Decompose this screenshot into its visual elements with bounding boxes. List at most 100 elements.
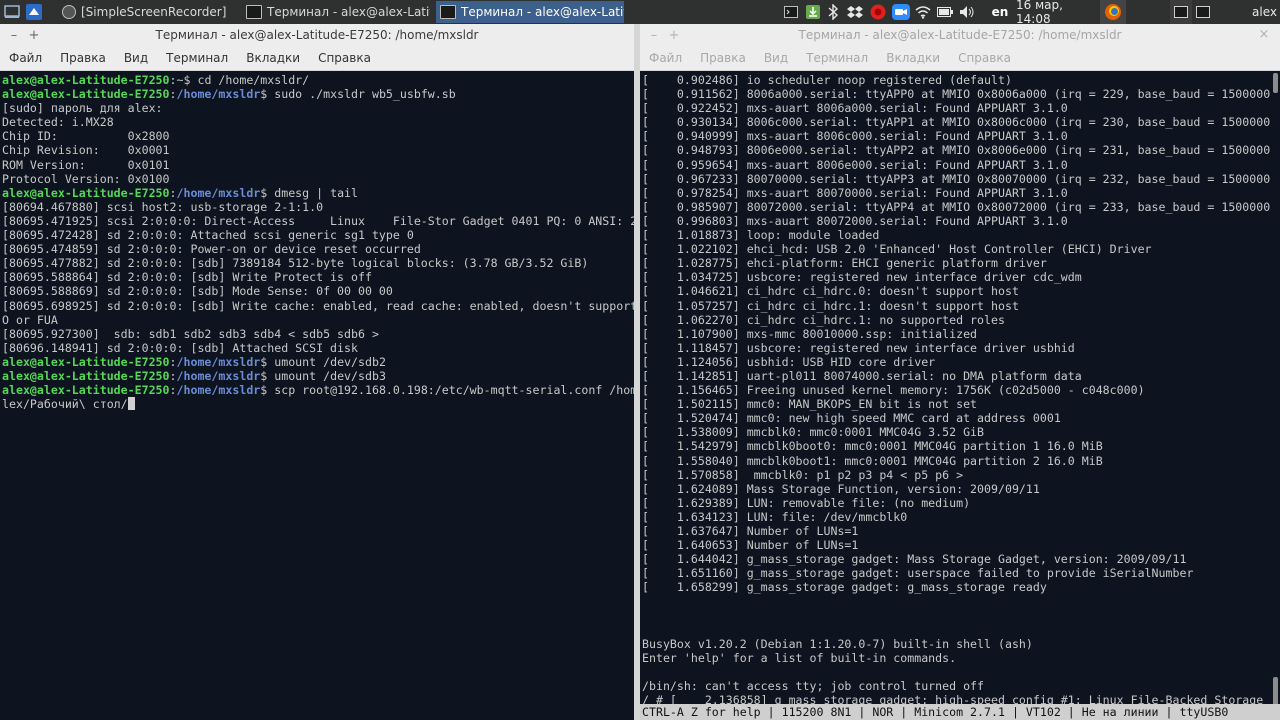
terminal-line: [ 1.542979] mmcblk0boot0: mmc0:0001 MMC0… [642, 439, 1103, 454]
workspace-2[interactable] [1193, 0, 1213, 24]
clock[interactable]: 16 мар, 14:08 [1016, 0, 1094, 26]
output-text: [80695.927300] sdb: sdb1 sdb2 sdb3 sdb4 … [2, 326, 379, 341]
terminal-window-left: – + Терминал - alex@alex-Latitude-E7250:… [0, 24, 634, 720]
task-screen-recorder[interactable]: [SimpleScreenRecorder] [58, 1, 234, 23]
menu-terminal[interactable]: Терминал [797, 51, 877, 65]
pin-icon[interactable]: + [664, 28, 684, 43]
zoom-icon[interactable] [891, 0, 911, 24]
terminal-line: alex@alex-Latitude-E7250:/home/mxsldr$ u… [2, 355, 634, 369]
output-text: [80695.588864] sd 2:0:0:0: [sdb] Write P… [2, 270, 372, 285]
menu-help[interactable]: Справка [309, 51, 380, 65]
user-menu[interactable]: alex [1252, 0, 1280, 24]
volume-icon[interactable] [958, 0, 976, 24]
menu-tabs[interactable]: Вкладки [237, 51, 309, 65]
terminal-line: [ 1.107900] mxs-mmc 80010000.ssp: initia… [642, 326, 978, 341]
terminal-line: [ 0.930134] 8006c000.serial: ttyAPP1 at … [642, 115, 1280, 130]
terminal-line: BusyBox v1.20.2 (Debian 1:1.20.0-7) buil… [642, 636, 1033, 651]
output-text: lex/Рабочий\ стол/ [2, 397, 128, 412]
terminal-line: [ 1.658299] g_mass_storage gadget: g_mas… [642, 580, 1047, 595]
close-icon[interactable]: × [1254, 27, 1274, 42]
menu-file[interactable]: Файл [0, 51, 51, 65]
battery-icon[interactable] [936, 0, 954, 24]
terminal-line: [ 1.022102] ehci_hcd: USB 2.0 'Enhanced'… [642, 242, 1152, 257]
terminal-window-right: – + Терминал - alex@alex-Latitude-E7250:… [640, 24, 1280, 720]
menu-file[interactable]: Файл [640, 51, 691, 65]
terminal-line: [ 1.034725] usbcore: registered new inte… [642, 270, 1082, 285]
scrollbar[interactable] [1270, 71, 1280, 720]
output-text: ROM Version: 0x0101 [2, 157, 170, 172]
output-text: [80696.148941] sd 2:0:0:0: [sdb] Attache… [2, 340, 358, 355]
terminal-line: [ 0.902486] io scheduler noop registered… [642, 73, 1012, 87]
terminal-line: [ 1.028775] ehci-platform: EHCI generic … [642, 256, 1047, 271]
command-text: scp root@192.168.0.198:/etc/wb-mqtt-seri… [267, 383, 634, 398]
output-text: Chip Revision: 0x0001 [2, 143, 170, 158]
output-text: [80695.471925] scsi 2:0:0:0: Direct-Acce… [2, 213, 634, 228]
scrollbar-top-thumb[interactable] [1273, 73, 1278, 93]
prompt-path: /home/mxsldr [176, 354, 261, 369]
menu-tabs[interactable]: Вкладки [877, 51, 949, 65]
record-icon[interactable] [869, 0, 887, 24]
keyboard-layout[interactable]: en [987, 0, 1013, 24]
terminal-output[interactable]: [ 0.902486] io scheduler noop registered… [640, 71, 1280, 720]
dropbox-icon[interactable] [846, 0, 864, 24]
terminal-icon [246, 5, 262, 19]
prompt-colon: : [169, 354, 177, 369]
terminal-line: [ 0.967233] 80070000.serial: ttyAPP3 at … [642, 171, 1280, 186]
app-menu-icon[interactable] [24, 2, 44, 22]
text-cursor [127, 397, 135, 411]
terminal-line: Protocol Version: 0x0100 [2, 172, 634, 186]
top-panel: [SimpleScreenRecorder] Терминал - alex@a… [0, 0, 1280, 26]
task-label: Терминал - alex@alex-Latitu... [461, 5, 624, 19]
terminal-line: [ 0.985907] 80072000.serial: ttyAPP4 at … [642, 199, 1280, 214]
window-titlebar[interactable]: – + Терминал - alex@alex-Latitude-E7250:… [640, 24, 1280, 46]
wifi-icon[interactable] [914, 0, 932, 24]
terminal-line: alex@alex-Latitude-E7250:/home/mxsldr$ s… [2, 383, 634, 397]
menu-terminal[interactable]: Терминал [157, 51, 237, 65]
terminal-line: [sudo] пароль для alex: [2, 101, 634, 115]
terminal-line: alex@alex-Latitude-E7250:~$ cd /home/mxs… [2, 73, 634, 87]
output-text: O or FUA [2, 312, 58, 327]
firefox-icon[interactable] [1100, 0, 1126, 24]
terminal-line: ROM Version: 0x0101 [2, 158, 634, 172]
menu-edit[interactable]: Правка [51, 51, 115, 65]
terminal-line: [ 0.948793] 8006e000.serial: ttyAPP2 at … [642, 143, 1280, 158]
scrollbar-thumb[interactable] [1273, 677, 1278, 707]
window-menu-icon[interactable]: – [644, 28, 664, 43]
output-text: Chip ID: 0x2800 [2, 129, 170, 144]
terminal-tray-icon[interactable] [781, 0, 801, 24]
prompt-user-host: alex@alex-Latitude-E7250 [2, 87, 170, 102]
terminal-line: /bin/sh: can't access tty; job control t… [642, 679, 985, 694]
terminal-line: [ 1.640653] Number of LUNs=1 [642, 538, 859, 553]
prompt-colon: : [169, 87, 177, 102]
prompt-user-host: alex@alex-Latitude-E7250 [2, 368, 170, 383]
prompt-path: /home/mxsldr [176, 383, 261, 398]
task-terminal-1[interactable]: Терминал - alex@alex-Latitu... [242, 1, 430, 23]
bluetooth-icon[interactable] [825, 0, 841, 24]
terminal-line: [ 1.570858] mmcblk0: p1 p2 p3 p4 < p5 p6… [642, 467, 964, 482]
output-text: [80694.467880] scsi host2: usb-storage 2… [2, 199, 324, 214]
menu-help[interactable]: Справка [949, 51, 1020, 65]
command-text: cd /home/mxsldr/ [190, 73, 310, 87]
window-titlebar[interactable]: – + Терминал - alex@alex-Latitude-E7250:… [0, 24, 634, 46]
menu-edit[interactable]: Правка [691, 51, 755, 65]
task-terminal-2[interactable]: Терминал - alex@alex-Latitu... [436, 1, 624, 23]
prompt-user-host: alex@alex-Latitude-E7250 [2, 354, 170, 369]
download-icon[interactable] [803, 0, 823, 24]
output-text: [80695.472428] sd 2:0:0:0: Attached scsi… [2, 228, 414, 243]
show-desktop-icon[interactable] [2, 2, 22, 22]
terminal-line: [ 1.062270] ci_hdrc ci_hdrc.1: no suppor… [642, 312, 1005, 327]
menu-view[interactable]: Вид [115, 51, 157, 65]
prompt-colon: : [169, 73, 177, 87]
terminal-line: [80695.927300] sdb: sdb1 sdb2 sdb3 sdb4 … [2, 327, 634, 341]
workspace-1[interactable] [1170, 0, 1192, 24]
prompt-path: /home/mxsldr [176, 87, 261, 102]
window-menu-icon[interactable]: – [4, 28, 24, 43]
output-text: [80695.698925] sd 2:0:0:0: [sdb] Write c… [2, 298, 634, 313]
menu-view[interactable]: Вид [755, 51, 797, 65]
terminal-line: [ 1.118457] usbcore: registered new inte… [642, 340, 1075, 355]
pin-icon[interactable]: + [24, 28, 44, 43]
terminal-line: alex@alex-Latitude-E7250:/home/mxsldr$ u… [2, 369, 634, 383]
terminal-output[interactable]: alex@alex-Latitude-E7250:~$ cd /home/mxs… [0, 71, 634, 720]
